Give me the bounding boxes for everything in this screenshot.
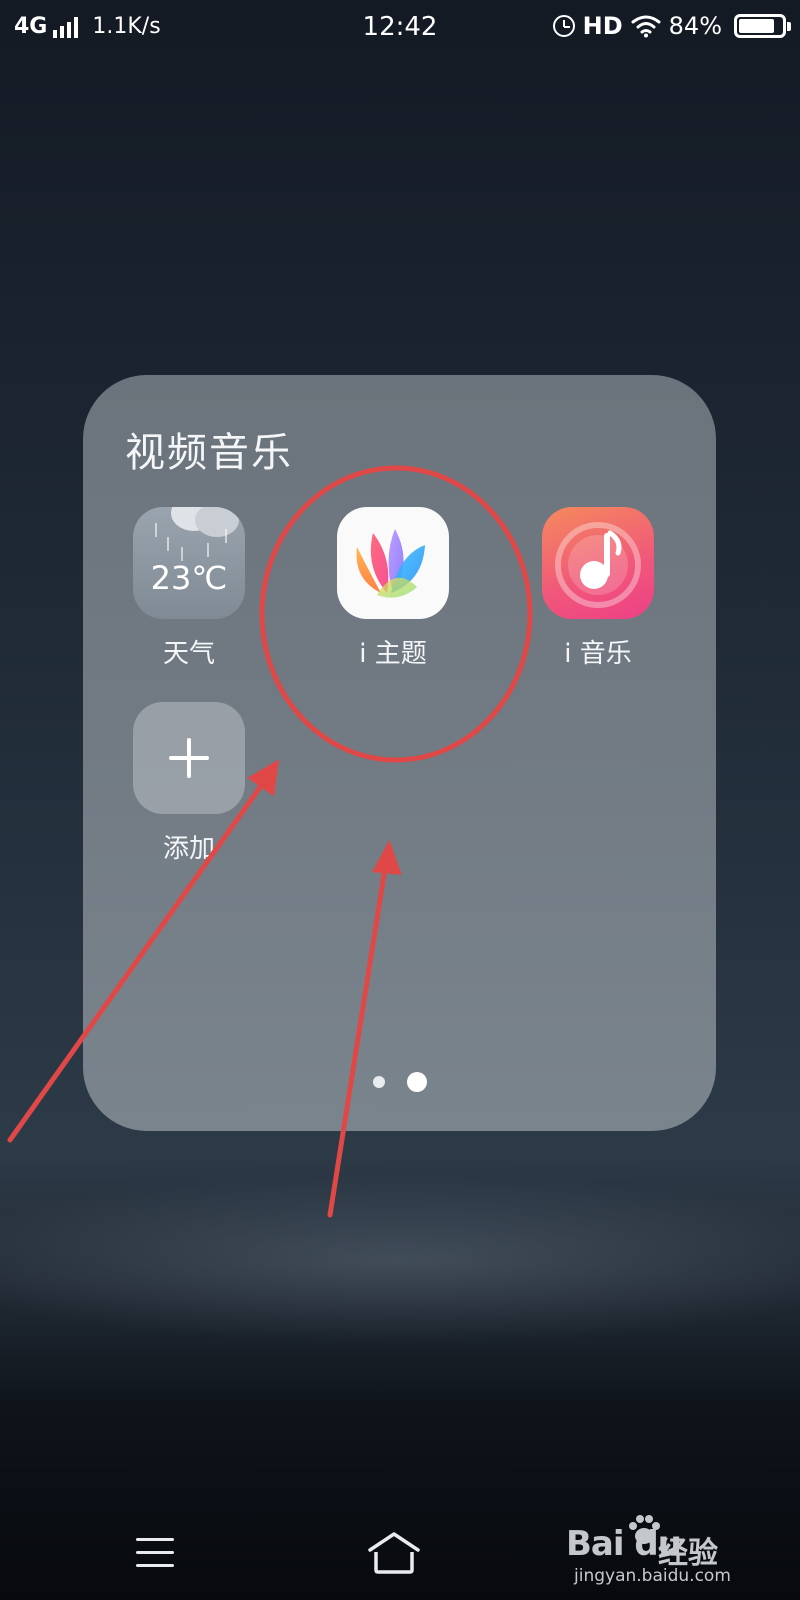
page-indicator[interactable] bbox=[83, 1072, 716, 1092]
app-label: i 音乐 bbox=[564, 639, 632, 669]
music-note-icon[interactable] bbox=[542, 507, 654, 619]
folder-title[interactable]: 视频音乐 bbox=[125, 420, 293, 478]
paw-icon bbox=[629, 1515, 660, 1544]
wifi-icon bbox=[631, 15, 661, 38]
app-label: 天气 bbox=[162, 639, 215, 669]
battery-percentage: 84% bbox=[668, 12, 722, 40]
plus-icon[interactable] bbox=[133, 702, 245, 814]
app-add[interactable]: 添加 bbox=[133, 702, 245, 865]
battery-fill bbox=[739, 19, 775, 33]
lotus-icon[interactable] bbox=[337, 507, 449, 619]
page-dot[interactable] bbox=[372, 1076, 385, 1088]
menu-icon[interactable] bbox=[136, 1538, 174, 1568]
app-label: i 主题 bbox=[359, 639, 427, 669]
baidu-jingyan-watermark: Bai du 经验 jingyan.baidu.com bbox=[566, 1508, 786, 1598]
app-i-theme[interactable]: i 主题 bbox=[337, 507, 449, 670]
app-folder[interactable]: 视频音乐 23℃ 天气 i 主题 i 音乐 添加 bbox=[83, 375, 716, 1131]
weather-temperature: 23℃ bbox=[150, 559, 228, 597]
weather-icon[interactable]: 23℃ bbox=[133, 507, 245, 619]
alarm-icon bbox=[552, 15, 575, 37]
app-weather[interactable]: 23℃ 天气 bbox=[133, 507, 245, 670]
hd-indicator: HD bbox=[582, 12, 623, 40]
status-bar: 4G 1.1K/s 12:42 HD 84% bbox=[0, 0, 800, 56]
home-icon[interactable] bbox=[366, 1528, 422, 1576]
page-dot-active[interactable] bbox=[406, 1072, 427, 1092]
app-i-music[interactable]: i 音乐 bbox=[542, 507, 654, 670]
app-label: 添加 bbox=[162, 834, 215, 864]
watermark-url: jingyan.baidu.com bbox=[574, 1566, 731, 1586]
battery-icon bbox=[734, 14, 791, 38]
